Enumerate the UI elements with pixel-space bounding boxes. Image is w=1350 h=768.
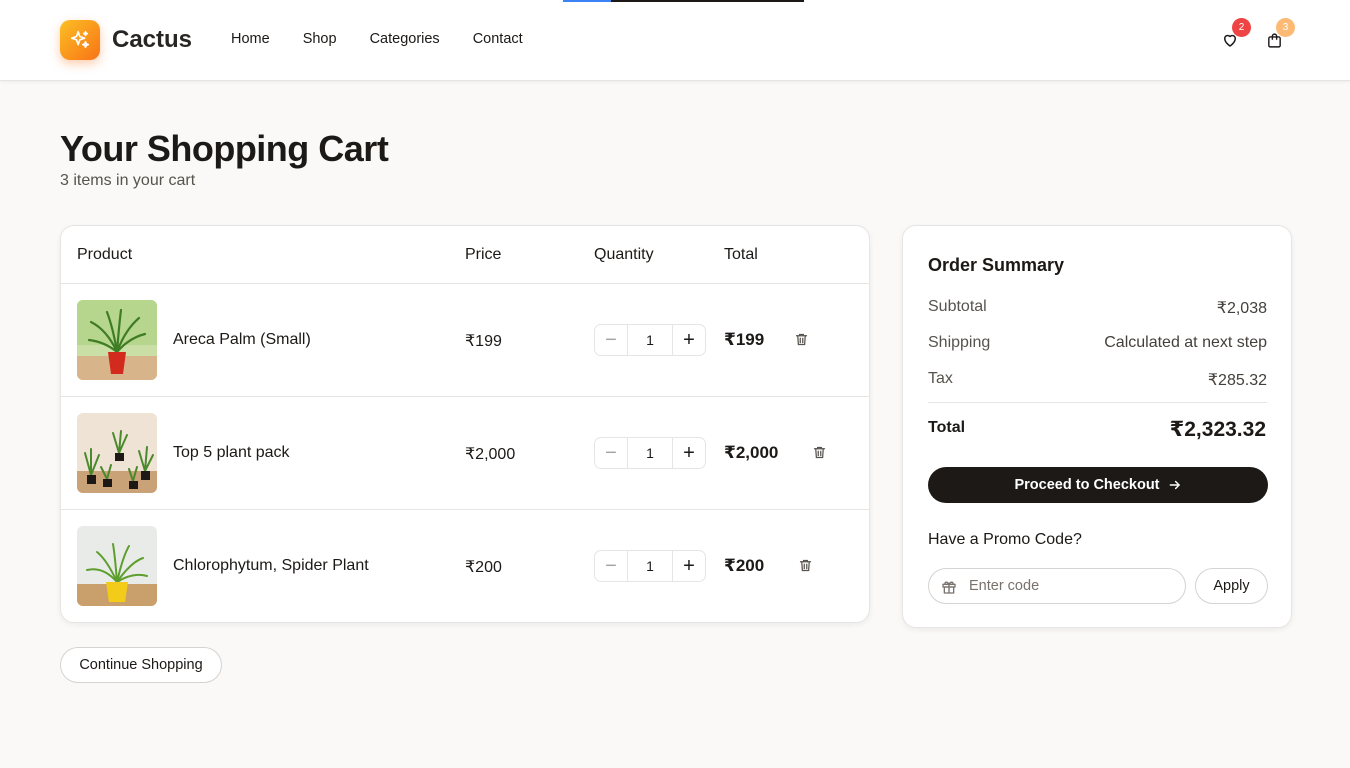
col-quantity: Quantity	[594, 246, 654, 263]
promo-code-field	[928, 568, 1186, 604]
product-price: ₹2,000	[465, 446, 516, 463]
apply-promo-button[interactable]: Apply	[1195, 568, 1268, 604]
quantity-value[interactable]: 1	[627, 438, 673, 468]
total-label: Total	[928, 419, 966, 436]
trash-icon	[795, 333, 807, 345]
total-value: ₹2,323.32	[1169, 418, 1266, 441]
product-image[interactable]	[77, 526, 157, 606]
product-image[interactable]	[77, 300, 157, 380]
main-nav: Home Shop Categories Contact	[231, 31, 556, 47]
logo[interactable]	[60, 20, 100, 60]
trash-icon	[799, 559, 811, 571]
col-product: Product	[77, 246, 133, 263]
quantity-stepper: − 1 +	[594, 437, 706, 469]
arrow-right-icon	[1169, 480, 1180, 490]
increase-quantity-button[interactable]: +	[673, 325, 705, 355]
increase-quantity-button[interactable]: +	[673, 438, 705, 468]
line-total: ₹200	[724, 556, 765, 575]
table-row: Areca Palm (Small) ₹199 − 1 + ₹199	[61, 284, 869, 397]
quantity-stepper: − 1 +	[594, 550, 706, 582]
subtotal-label: Subtotal	[928, 298, 987, 315]
quantity-value[interactable]: 1	[627, 551, 673, 581]
cart-table-header: Product Price Quantity Total	[61, 226, 869, 284]
page-title: Your Shopping Cart	[60, 128, 389, 169]
tax-label: Tax	[928, 370, 953, 387]
page-load-progress	[563, 0, 804, 2]
shipping-label: Shipping	[928, 334, 991, 351]
line-total: ₹199	[724, 330, 765, 349]
table-row: Chlorophytum, Spider Plant ₹200 − 1 + ₹2…	[61, 510, 869, 622]
site-header: Cactus Home Shop Categories Contact 2 3	[0, 0, 1350, 81]
col-total: Total	[724, 246, 758, 263]
remove-item-button[interactable]	[810, 443, 828, 461]
decrease-quantity-button[interactable]: −	[595, 325, 627, 355]
summary-title: Order Summary	[928, 255, 1065, 275]
table-row: Top 5 plant pack ₹2,000 − 1 + ₹2,000	[61, 397, 869, 510]
wishlist-count-badge: 2	[1232, 18, 1251, 37]
col-price: Price	[465, 246, 502, 263]
trash-icon	[813, 446, 825, 458]
product-price: ₹200	[465, 559, 502, 576]
cart-count-badge: 3	[1276, 18, 1295, 37]
nav-shop[interactable]: Shop	[303, 31, 337, 47]
tax-value: ₹285.32	[1207, 372, 1267, 389]
continue-shopping-button[interactable]: Continue Shopping	[60, 647, 222, 683]
tax-row: Tax ₹285.32	[928, 370, 1267, 390]
cart-table: Product Price Quantity Total Areca Palm …	[60, 225, 870, 623]
order-summary: Order Summary Subtotal ₹2,038 Shipping C…	[902, 225, 1292, 628]
product-name[interactable]: Chlorophytum, Spider Plant	[173, 557, 369, 575]
quantity-value[interactable]: 1	[627, 325, 673, 355]
subtotal-value: ₹2,038	[1216, 300, 1267, 317]
checkout-label: Proceed to Checkout	[1014, 477, 1160, 493]
promo-code-input[interactable]	[969, 578, 1169, 594]
gift-icon	[942, 581, 956, 594]
sparkle-icon	[70, 30, 90, 49]
promo-title: Have a Promo Code?	[928, 531, 1082, 548]
nav-contact[interactable]: Contact	[473, 31, 523, 47]
product-price: ₹199	[465, 333, 502, 350]
cart-item-count: 3 items in your cart	[60, 172, 196, 189]
nav-home[interactable]: Home	[231, 31, 270, 47]
decrease-quantity-button[interactable]: −	[595, 551, 627, 581]
summary-divider	[928, 402, 1267, 403]
remove-item-button[interactable]	[796, 556, 814, 574]
shipping-row: Shipping Calculated at next step	[928, 334, 1267, 352]
brand-name[interactable]: Cactus	[112, 26, 192, 54]
shipping-value: Calculated at next step	[1104, 334, 1267, 351]
product-image[interactable]	[77, 413, 157, 493]
subtotal-row: Subtotal ₹2,038	[928, 298, 1267, 318]
product-name[interactable]: Top 5 plant pack	[173, 444, 290, 462]
increase-quantity-button[interactable]: +	[673, 551, 705, 581]
nav-categories[interactable]: Categories	[370, 31, 440, 47]
product-name[interactable]: Areca Palm (Small)	[173, 331, 311, 349]
remove-item-button[interactable]	[792, 330, 810, 348]
proceed-to-checkout-button[interactable]: Proceed to Checkout	[928, 467, 1268, 503]
line-total: ₹2,000	[724, 443, 779, 462]
quantity-stepper: − 1 +	[594, 324, 706, 356]
decrease-quantity-button[interactable]: −	[595, 438, 627, 468]
